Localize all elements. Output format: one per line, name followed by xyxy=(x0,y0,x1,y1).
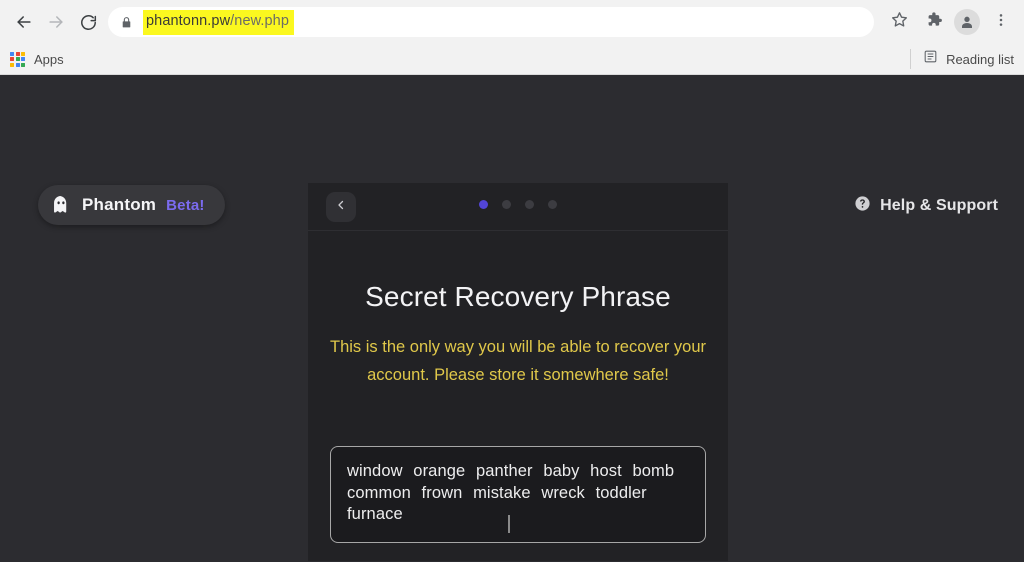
brand-name: Phantom xyxy=(82,195,157,214)
url-path: /new.php xyxy=(230,13,290,29)
back-button[interactable] xyxy=(8,6,40,38)
lock-icon xyxy=(120,15,133,30)
pager-dot-1[interactable] xyxy=(479,200,488,209)
bookmarks-bar: Apps Reading list xyxy=(0,44,1024,75)
recovery-phrase-words: window orange panther baby host bomb com… xyxy=(347,462,675,523)
pager-dot-2[interactable] xyxy=(502,200,511,209)
reading-list-icon xyxy=(923,49,938,69)
pager-dot-4[interactable] xyxy=(548,200,557,209)
reading-list-button[interactable]: Reading list xyxy=(910,49,1014,69)
page-title: Secret Recovery Phrase xyxy=(365,281,671,312)
text-cursor xyxy=(508,515,510,533)
help-support-link[interactable]: Help & Support xyxy=(854,195,998,217)
arrow-right-icon xyxy=(46,12,66,32)
address-bar[interactable]: phantonn.pw/new.php xyxy=(108,7,874,37)
step-pager xyxy=(308,200,728,209)
bookmark-star-button[interactable] xyxy=(884,7,914,37)
ghost-icon xyxy=(50,194,72,216)
phantom-brand-pill[interactable]: Phantom Beta! xyxy=(38,185,225,225)
help-circle-icon xyxy=(854,195,871,217)
pager-dot-3[interactable] xyxy=(525,200,534,209)
bookmark-star-icon xyxy=(890,10,909,34)
apps-grid-icon xyxy=(10,51,25,67)
url-host: phantonn.pw xyxy=(146,13,231,29)
profile-button[interactable] xyxy=(952,7,982,37)
more-menu-button[interactable] xyxy=(986,7,1016,37)
reading-list-label: Reading list xyxy=(946,51,1014,67)
arrow-left-icon xyxy=(14,12,34,32)
modal-header xyxy=(308,183,728,231)
reload-button[interactable] xyxy=(72,6,104,38)
browser-toolbar: phantonn.pw/new.php xyxy=(0,0,1024,44)
url-text: phantonn.pw/new.php xyxy=(143,11,295,33)
extensions-puzzle-icon xyxy=(924,10,943,34)
recovery-phrase-box[interactable]: window orange panther baby host bomb com… xyxy=(330,446,706,543)
onboarding-modal: Secret Recovery Phrase This is the only … xyxy=(308,183,728,561)
reload-icon xyxy=(79,13,98,32)
warning-text: This is the only way you will be able to… xyxy=(330,338,707,384)
forward-button[interactable] xyxy=(40,6,72,38)
browser-chrome: phantonn.pw/new.php Apps Reading list xyxy=(0,0,1024,75)
bookmark-item-apps-label: Apps xyxy=(34,51,64,67)
extensions-button[interactable] xyxy=(918,7,948,37)
more-menu-icon xyxy=(993,11,1009,34)
brand-beta-badge: Beta! xyxy=(166,196,205,214)
profile-avatar-icon xyxy=(954,9,980,35)
page-content: Phantom Beta! Help & Support Secret Reco… xyxy=(0,75,1024,561)
bookmark-item-apps[interactable]: Apps xyxy=(10,51,64,67)
help-support-label: Help & Support xyxy=(880,197,998,214)
